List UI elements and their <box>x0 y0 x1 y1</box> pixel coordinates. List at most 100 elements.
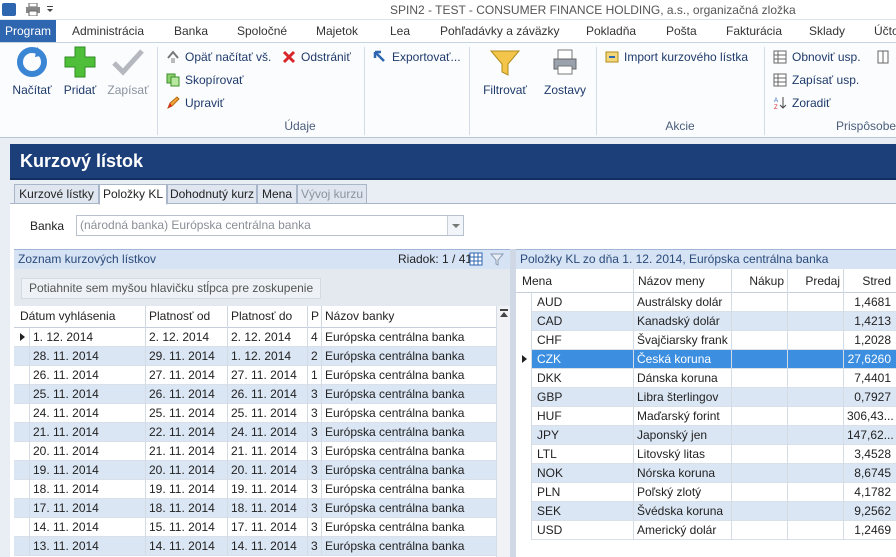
col-nazov-meny[interactable]: Názov meny <box>634 269 732 293</box>
col-platnost-do[interactable]: Platnosť do <box>228 306 308 328</box>
table-row[interactable]: 28. 11. 2014 29. 11. 2014 1. 12. 2014 2 Euró… <box>14 347 496 366</box>
menu-administracia[interactable]: Administrácia <box>72 20 144 42</box>
menu-sklady[interactable]: Sklady <box>809 20 845 42</box>
row-indicator[interactable] <box>14 480 30 499</box>
row-indicator[interactable] <box>516 445 532 464</box>
table-row[interactable]: AUD Austrálsky dolár 1,4681 <box>516 293 896 312</box>
table-row[interactable]: 24. 11. 2014 25. 11. 2014 25. 11. 2014 3 Eur… <box>14 404 496 423</box>
row-indicator[interactable] <box>14 404 30 423</box>
row-indicator[interactable] <box>14 347 30 366</box>
menu-fakturacia[interactable]: Fakturácia <box>726 20 782 42</box>
table-row[interactable]: 21. 11. 2014 22. 11. 2014 24. 11. 2014 3 Eur… <box>14 423 496 442</box>
row-indicator[interactable] <box>14 518 30 537</box>
ribbon-extra-icon[interactable] <box>876 48 895 66</box>
table-row[interactable]: NOK Nórska koruna 8,6745 <box>516 464 896 483</box>
menu-pohladavky[interactable]: Pohľadávky a záväzky <box>440 20 560 42</box>
table-row[interactable]: 26. 11. 2014 27. 11. 2014 27. 11. 2014 1 Eur… <box>14 366 496 385</box>
menu-posta[interactable]: Pošta <box>666 20 697 42</box>
row-indicator[interactable] <box>516 293 532 312</box>
pridat-button[interactable]: Pridať <box>58 45 102 97</box>
table-row[interactable]: CZK Česká koruna 27,6260 <box>516 350 896 369</box>
row-indicator[interactable] <box>14 385 30 404</box>
filter-icon[interactable] <box>489 252 505 266</box>
obnovit-usp-button[interactable]: Obnoviť usp. <box>773 48 861 66</box>
table-row[interactable]: CAD Kanadský dolár 1,4213 <box>516 312 896 331</box>
col-nazov-banky[interactable]: Názov banky <box>322 306 496 328</box>
menu-program[interactable]: Program <box>0 20 57 42</box>
menu-spolocne[interactable]: Spoločné <box>237 20 287 42</box>
tab-dohodnuty-kurz[interactable]: Dohodnutý kurz <box>167 184 257 204</box>
col-mena[interactable]: Mena <box>516 269 634 293</box>
row-indicator[interactable] <box>516 388 532 407</box>
table-row[interactable]: PLN Poľský zlotý 4,1782 <box>516 483 896 502</box>
zoradit-button[interactable]: A Z Zoradiť <box>773 94 831 112</box>
menu-majetok[interactable]: Majetok <box>316 20 358 42</box>
tab-kurzove-listky[interactable]: Kurzové lístky <box>14 184 99 204</box>
col-datum-vyhlasenia[interactable]: Dátum vyhlásenia <box>14 306 146 328</box>
copy-icon <box>166 73 180 87</box>
menu-lea[interactable]: Lea <box>390 20 410 42</box>
table-row[interactable]: 1. 12. 2014 2. 12. 2014 2. 12. 2014 4 Európs… <box>14 328 496 347</box>
col-p[interactable]: P <box>308 306 322 328</box>
row-indicator[interactable] <box>14 499 30 518</box>
row-indicator[interactable] <box>516 312 532 331</box>
row-indicator[interactable] <box>516 331 532 350</box>
opat-nacitat-button[interactable]: Opäť načítať vš. <box>166 48 271 66</box>
row-indicator[interactable] <box>516 464 532 483</box>
skopirovat-button[interactable]: Skopírovať <box>166 71 244 89</box>
menu-banka[interactable]: Banka <box>174 20 208 42</box>
import-kurzoveho-listka-button[interactable]: Import kurzového lístka <box>605 48 748 66</box>
table-row[interactable]: GBP Libra šterlingov 0,7927 <box>516 388 896 407</box>
row-indicator[interactable] <box>14 461 30 480</box>
col-predaj[interactable]: Predaj <box>788 269 844 293</box>
upravit-button[interactable]: Upraviť <box>166 94 224 112</box>
row-indicator[interactable] <box>14 423 30 442</box>
scroll-top-icon[interactable] <box>500 309 508 317</box>
table-row[interactable]: HUF Maďarský forint 306,43... <box>516 407 896 426</box>
odstranit-button[interactable]: Odstrániť <box>282 48 351 66</box>
row-indicator[interactable] <box>14 366 30 385</box>
zostavy-button[interactable]: Zostavy <box>540 45 590 97</box>
table-row[interactable]: LTL Litovský litas 3,4528 <box>516 445 896 464</box>
left-grid-scrollbar[interactable] <box>496 306 510 557</box>
current-row-indicator-icon[interactable] <box>516 350 532 369</box>
table-row[interactable]: 25. 11. 2014 26. 11. 2014 26. 11. 2014 3 Eur… <box>14 385 496 404</box>
table-row[interactable]: DKK Dánska koruna 7,4401 <box>516 369 896 388</box>
row-indicator[interactable] <box>14 537 30 556</box>
chevron-down-icon[interactable] <box>447 216 463 235</box>
col-platnost-od[interactable]: Platnosť od <box>146 306 228 328</box>
table-row[interactable]: 20. 11. 2014 21. 11. 2014 21. 11. 2014 3 Eur… <box>14 442 496 461</box>
table-row[interactable]: 13. 11. 2014 14. 11. 2014 14. 11. 2014 3 Eur… <box>14 537 496 556</box>
row-indicator[interactable] <box>14 442 30 461</box>
row-indicator[interactable] <box>516 521 532 540</box>
menu-ucto[interactable]: Účto <box>874 20 896 42</box>
banka-select[interactable]: (národná banka) Európska centrálna banka <box>76 215 464 236</box>
zapisat-usp-button[interactable]: Zapísať usp. <box>773 71 859 89</box>
table-row[interactable]: USD Americký dolár 1,2469 <box>516 521 896 540</box>
table-row[interactable]: CHF Švajčiarsky frank 1,2028 <box>516 331 896 350</box>
row-indicator[interactable] <box>516 369 532 388</box>
tab-mena[interactable]: Mena <box>257 184 297 204</box>
row-indicator[interactable] <box>516 502 532 521</box>
col-stred[interactable]: Stred <box>844 269 896 293</box>
table-row[interactable]: 18. 11. 2014 19. 11. 2014 19. 11. 2014 3 Eur… <box>14 480 496 499</box>
table-row[interactable]: JPY Japonský jen 147,62... <box>516 426 896 445</box>
nacitat-button[interactable]: Načítať <box>8 45 56 97</box>
grid-view-icon[interactable] <box>469 252 483 266</box>
group-by-area[interactable]: Potiahnite sem myšou hlavičku stĺpca pre… <box>14 269 510 306</box>
table-row[interactable]: 19. 11. 2014 20. 11. 2014 20. 11. 2014 3 Eur… <box>14 461 496 480</box>
filtrovat-button[interactable]: Filtrovať <box>478 45 532 97</box>
row-indicator[interactable] <box>516 426 532 445</box>
table-row[interactable]: 14. 11. 2014 15. 11. 2014 17. 11. 2014 3 Eur… <box>14 518 496 537</box>
table-cell <box>788 502 844 521</box>
zapisat-button[interactable]: Zapísať <box>104 45 152 97</box>
row-indicator[interactable] <box>516 407 532 426</box>
menu-pokladna[interactable]: Pokladňa <box>586 20 636 42</box>
tab-polozky-kl[interactable]: Položky KL <box>99 184 167 205</box>
exportovat-button[interactable]: Exportovať... <box>373 48 461 66</box>
row-indicator[interactable] <box>516 483 532 502</box>
current-row-indicator-icon[interactable] <box>14 328 30 347</box>
table-row[interactable]: 17. 11. 2014 18. 11. 2014 18. 11. 2014 3 Eur… <box>14 499 496 518</box>
table-row[interactable]: SEK Švédska koruna 9,2562 <box>516 502 896 521</box>
col-nakup[interactable]: Nákup <box>732 269 788 293</box>
